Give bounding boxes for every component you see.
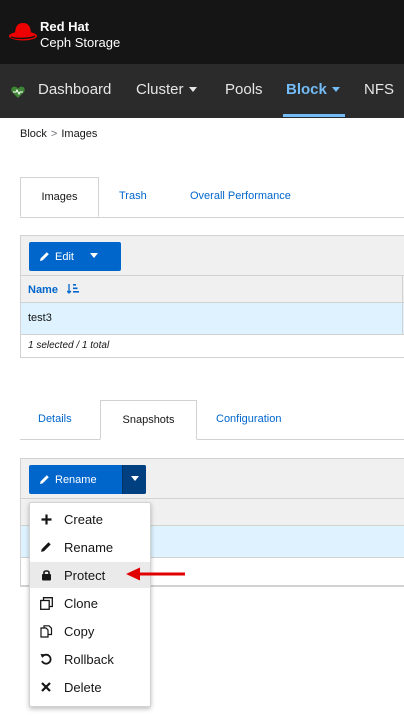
nav-pools-label: Pools xyxy=(225,81,263,98)
product-name: Ceph Storage xyxy=(40,35,121,50)
rename-dropdown-toggle[interactable] xyxy=(122,465,146,494)
copy-icon xyxy=(39,624,53,638)
table-footer-count: 1 selected / 1 total xyxy=(28,340,110,351)
menu-item-create-label: Create xyxy=(64,511,104,527)
edit-button-main[interactable]: Edit xyxy=(29,251,82,263)
undo-icon xyxy=(39,652,53,666)
annotation-arrow-icon xyxy=(126,567,185,581)
edit-button[interactable]: Edit xyxy=(29,242,121,271)
row-name-cell: test3 xyxy=(28,312,52,324)
column-divider xyxy=(402,276,403,302)
dashboard-heart-icon xyxy=(11,86,25,98)
tab-images-label: Images xyxy=(41,191,78,203)
nav-dashboard[interactable]: Dashboard xyxy=(38,80,111,100)
nav-dashboard-label: Dashboard xyxy=(38,81,112,98)
column-header-name[interactable]: Name xyxy=(28,283,80,296)
menu-item-delete-label: Delete xyxy=(64,679,102,695)
menu-item-rename-label: Rename xyxy=(64,539,114,555)
brand-name: Red Hat xyxy=(40,19,90,34)
column-header-name-label: Name xyxy=(28,284,58,296)
nav-nfs[interactable]: NFS xyxy=(364,80,394,100)
chevron-down-icon xyxy=(89,253,98,258)
images-tabs: Images Trash Overall Performance xyxy=(20,177,404,218)
breadcrumb-block[interactable]: Block xyxy=(20,128,47,140)
menu-item-copy[interactable]: Copy xyxy=(30,618,150,644)
pencil-icon xyxy=(39,540,53,554)
breadcrumb: Block > Images xyxy=(20,128,97,140)
menu-item-protect-label: Protect xyxy=(64,567,106,583)
nav-nfs-label: NFS xyxy=(364,81,394,98)
menu-item-rollback[interactable]: Rollback xyxy=(30,646,150,672)
menu-item-clone-label: Clone xyxy=(64,595,98,611)
images-table-header: Name xyxy=(21,276,404,303)
plus-icon xyxy=(39,512,53,526)
images-toolbar: Edit xyxy=(21,236,404,276)
menu-item-delete[interactable]: Delete xyxy=(30,674,150,700)
tab-configuration[interactable]: Configuration xyxy=(216,400,281,440)
table-row[interactable]: test3 xyxy=(21,303,404,335)
tab-images[interactable]: Images xyxy=(20,177,99,217)
sort-ascending-icon xyxy=(66,284,80,294)
chevron-down-icon xyxy=(188,86,197,92)
rename-button-main[interactable]: Rename xyxy=(29,474,122,486)
tab-details-label: Details xyxy=(38,413,72,425)
tab-configuration-label: Configuration xyxy=(216,413,282,425)
pencil-icon xyxy=(40,252,49,261)
detail-tabs: Details Snapshots Configuration xyxy=(20,400,404,440)
tab-overall-performance-label: Overall Performance xyxy=(190,190,291,202)
tab-overall-performance[interactable]: Overall Performance xyxy=(190,177,291,217)
menu-item-clone[interactable]: Clone xyxy=(30,590,150,616)
nav-cluster[interactable]: Cluster xyxy=(136,80,197,100)
edit-dropdown-toggle[interactable] xyxy=(82,242,106,271)
nav-cluster-label: Cluster xyxy=(136,81,184,98)
snapshot-actions-menu: Create Rename Protect Clone Copy Rollbac… xyxy=(29,502,151,707)
images-table: Edit Name test3 1 selected / 1 total xyxy=(20,235,404,358)
nav-block-label: Block xyxy=(286,81,327,98)
snapshots-toolbar: Rename xyxy=(21,459,404,499)
chevron-down-icon xyxy=(130,476,139,481)
rename-button-label: Rename xyxy=(55,473,97,486)
lock-icon xyxy=(39,568,53,582)
menu-item-rename[interactable]: Rename xyxy=(30,534,150,560)
tab-snapshots[interactable]: Snapshots xyxy=(100,400,197,440)
menu-item-rollback-label: Rollback xyxy=(64,651,114,667)
times-icon xyxy=(39,680,53,694)
menu-item-copy-label: Copy xyxy=(64,623,95,639)
tab-trash-label: Trash xyxy=(119,190,147,202)
rename-button[interactable]: Rename xyxy=(29,465,146,494)
menu-item-create[interactable]: Create xyxy=(30,506,150,532)
nav-pools[interactable]: Pools xyxy=(225,80,263,100)
clone-icon xyxy=(39,596,53,610)
chevron-down-icon xyxy=(331,86,340,92)
tab-trash[interactable]: Trash xyxy=(119,177,147,217)
breadcrumb-separator: > xyxy=(50,128,58,140)
pencil-icon xyxy=(40,475,49,484)
breadcrumb-images: Images xyxy=(61,128,98,140)
red-hat-icon xyxy=(9,23,37,41)
red-hat-logo[interactable]: Red Hat Ceph Storage xyxy=(8,18,138,54)
nav-block[interactable]: Block xyxy=(286,80,340,100)
edit-button-label: Edit xyxy=(55,250,74,263)
tab-snapshots-label: Snapshots xyxy=(122,414,175,426)
masthead: Red Hat Ceph Storage xyxy=(0,0,404,64)
main-nav: Dashboard Cluster Pools Block NFS xyxy=(0,64,404,118)
nav-active-indicator xyxy=(283,114,345,117)
tab-details[interactable]: Details xyxy=(38,400,72,440)
column-divider xyxy=(402,303,403,334)
